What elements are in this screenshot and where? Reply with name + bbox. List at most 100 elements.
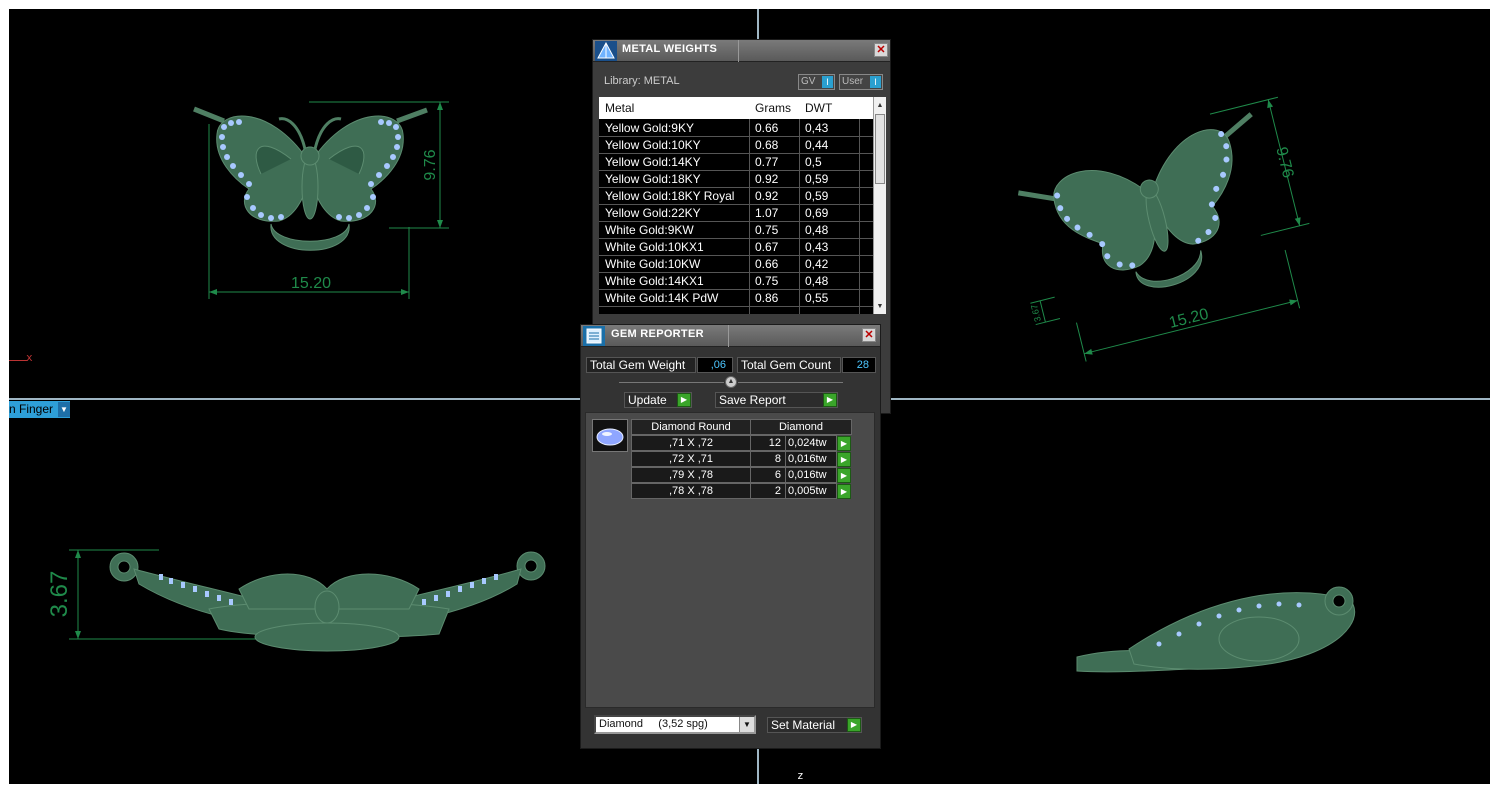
panel-splitter-line <box>619 382 724 383</box>
metal-weights-icon <box>595 41 617 61</box>
material-dropdown[interactable]: Diamond (3,52 spg) ▼ <box>594 715 756 734</box>
grams-cell: 0.75 <box>755 274 779 288</box>
bottom-right-view <box>1076 586 1356 673</box>
metal-name-cell: Yellow Gold:18KY Royal <box>605 189 735 203</box>
table-row[interactable]: White Gold:14KX1 0.75 0,48 <box>599 273 873 290</box>
metal-name-cell: White Gold:14KX1 <box>605 274 704 288</box>
column-header-metal[interactable]: Metal <box>605 101 634 115</box>
metal-weights-titlebar[interactable]: METAL WEIGHTS ✕ <box>593 40 890 62</box>
column-header-grams[interactable]: Grams <box>755 101 791 115</box>
gem-weight-cell: 0,016tw <box>785 467 837 483</box>
diamond-thumbnail[interactable] <box>592 419 628 452</box>
metal-name-cell: Yellow Gold:9KY <box>605 121 694 135</box>
library-label: Library: METAL <box>604 75 680 87</box>
dwt-cell: 0,44 <box>805 138 829 152</box>
gem-weight-cell: 0,016tw <box>785 451 837 467</box>
column-header-shape: Diamond Round <box>631 419 751 435</box>
save-report-button-label: Save Report <box>719 393 786 407</box>
bottom-left-view: 3.67 <box>46 549 546 652</box>
table-row[interactable]: Yellow Gold:14KY 0.77 0,5 <box>599 154 873 171</box>
metal-name-cell: Yellow Gold:18KY <box>605 172 701 186</box>
table-row[interactable]: White Gold:9KW 0.75 0,48 <box>599 222 873 239</box>
dwt-cell: 0,59 <box>805 189 829 203</box>
table-header: Metal Grams DWT <box>599 97 873 119</box>
update-button-label: Update <box>628 393 667 407</box>
x-axis-indicator <box>9 360 27 361</box>
gem-count-cell: 8 <box>750 451 786 467</box>
gem-count-cell: 12 <box>750 435 786 451</box>
update-button[interactable]: Update ▶ <box>624 392 692 408</box>
table-row[interactable]: Yellow Gold:18KY 0.92 0,59 <box>599 171 873 188</box>
scrollbar-thumb[interactable] <box>875 114 885 184</box>
dim-small-label-persp: 3.67 <box>1029 303 1043 322</box>
panel-splitter-line <box>738 382 843 383</box>
metal-name-cell: White Gold:10KW <box>605 257 701 271</box>
gv-toggle-label: GV <box>801 76 816 87</box>
grams-cell: 0.77 <box>755 155 779 169</box>
play-arrow-icon: ▶ <box>847 718 861 732</box>
gem-reporter-panel: GEM REPORTER ✕ Total Gem Weight ,06 Tota… <box>580 324 881 749</box>
view-dropdown[interactable]: n Finger ▼ <box>9 401 70 418</box>
titlebar-separator <box>728 325 729 347</box>
top-right-view: 15.20 9.76 3.67 <box>1017 96 1310 362</box>
dwt-cell: 0,48 <box>805 223 829 237</box>
select-gem-arrow-icon[interactable]: ▶ <box>837 436 851 451</box>
grams-cell: 0.86 <box>755 291 779 305</box>
grams-cell: 0.75 <box>755 223 779 237</box>
grams-cell: 0.66 <box>755 257 779 271</box>
z-axis-label: z <box>797 769 804 782</box>
table-row[interactable]: Yellow Gold:18KY Royal 0.92 0,59 <box>599 188 873 205</box>
metal-name-cell: Yellow Gold:22KY <box>605 206 701 220</box>
column-header-material: Diamond <box>750 419 852 435</box>
scroll-up-icon[interactable]: ▲ <box>874 99 886 112</box>
total-gem-weight-label: Total Gem Weight <box>586 357 696 373</box>
dwt-cell: 0,43 <box>805 240 829 254</box>
metal-name-cell: Yellow Gold:14KY <box>605 155 701 169</box>
save-report-button[interactable]: Save Report ▶ <box>715 392 838 408</box>
dwt-cell: 0,5 <box>805 155 822 169</box>
select-gem-arrow-icon[interactable]: ▶ <box>837 452 851 467</box>
metal-weights-title: METAL WEIGHTS <box>622 43 718 55</box>
dim-height-label-persp: 9.76 <box>1272 145 1296 179</box>
table-row[interactable]: White Gold:14K PdW 0.86 0,55 <box>599 290 873 307</box>
column-header-dwt[interactable]: DWT <box>805 101 832 115</box>
grams-cell: 0.92 <box>755 189 779 203</box>
gem-reporter-title: GEM REPORTER <box>611 328 704 340</box>
table-row[interactable]: Yellow Gold:10KY 0.68 0,44 <box>599 137 873 154</box>
total-gem-weight-value: ,06 <box>697 357 733 373</box>
dim-width-label: 15.20 <box>291 275 331 292</box>
metal-name-cell: Yellow Gold:10KY <box>605 138 701 152</box>
table-row[interactable]: White Gold:10KW 0.66 0,42 <box>599 256 873 273</box>
grams-cell: 0.68 <box>755 138 779 152</box>
select-gem-arrow-icon[interactable]: ▶ <box>837 484 851 499</box>
gem-list-area: Diamond Round Diamond ,71 X ,72 12 0,024tw… <box>585 412 875 708</box>
close-icon[interactable]: ✕ <box>874 43 888 57</box>
gem-reporter-titlebar[interactable]: GEM REPORTER ✕ <box>581 325 880 347</box>
total-gem-count-label: Total Gem Count <box>737 357 841 373</box>
table-scrollbar[interactable]: ▲ ▼ <box>873 97 886 314</box>
table-row[interactable]: Yellow Gold:22KY 1.07 0,69 <box>599 205 873 222</box>
scroll-down-icon[interactable]: ▼ <box>874 300 886 313</box>
table-row[interactable]: White Gold:10KX1 0.67 0,43 <box>599 239 873 256</box>
table-row[interactable]: Yellow Gold:9KY 0.66 0,43 <box>599 120 873 137</box>
dwt-cell: 0,55 <box>805 291 829 305</box>
gem-weight-cell: 0,024tw <box>785 435 837 451</box>
toggle-indicator-icon: I <box>822 76 833 88</box>
user-toggle[interactable]: User I <box>839 74 883 90</box>
play-arrow-icon: ▶ <box>677 393 691 407</box>
set-material-button[interactable]: Set Material ▶ <box>767 717 862 733</box>
gem-count-cell: 2 <box>750 483 786 499</box>
metal-name-cell: White Gold:10KX1 <box>605 240 704 254</box>
collapse-toggle-icon[interactable]: ▲ <box>725 376 737 388</box>
toggle-indicator-icon: I <box>870 76 881 88</box>
titlebar-separator <box>738 40 739 62</box>
dim-height-label: 9.76 <box>422 149 439 180</box>
diamond-round-icon <box>596 428 624 446</box>
select-gem-arrow-icon[interactable]: ▶ <box>837 468 851 483</box>
dwt-cell: 0,42 <box>805 257 829 271</box>
grams-cell: 0.66 <box>755 121 779 135</box>
user-toggle-label: User <box>842 76 864 87</box>
gv-toggle[interactable]: GV I <box>798 74 835 90</box>
close-icon[interactable]: ✕ <box>862 328 876 342</box>
metal-name-cell: White Gold:14K PdW <box>605 291 719 305</box>
